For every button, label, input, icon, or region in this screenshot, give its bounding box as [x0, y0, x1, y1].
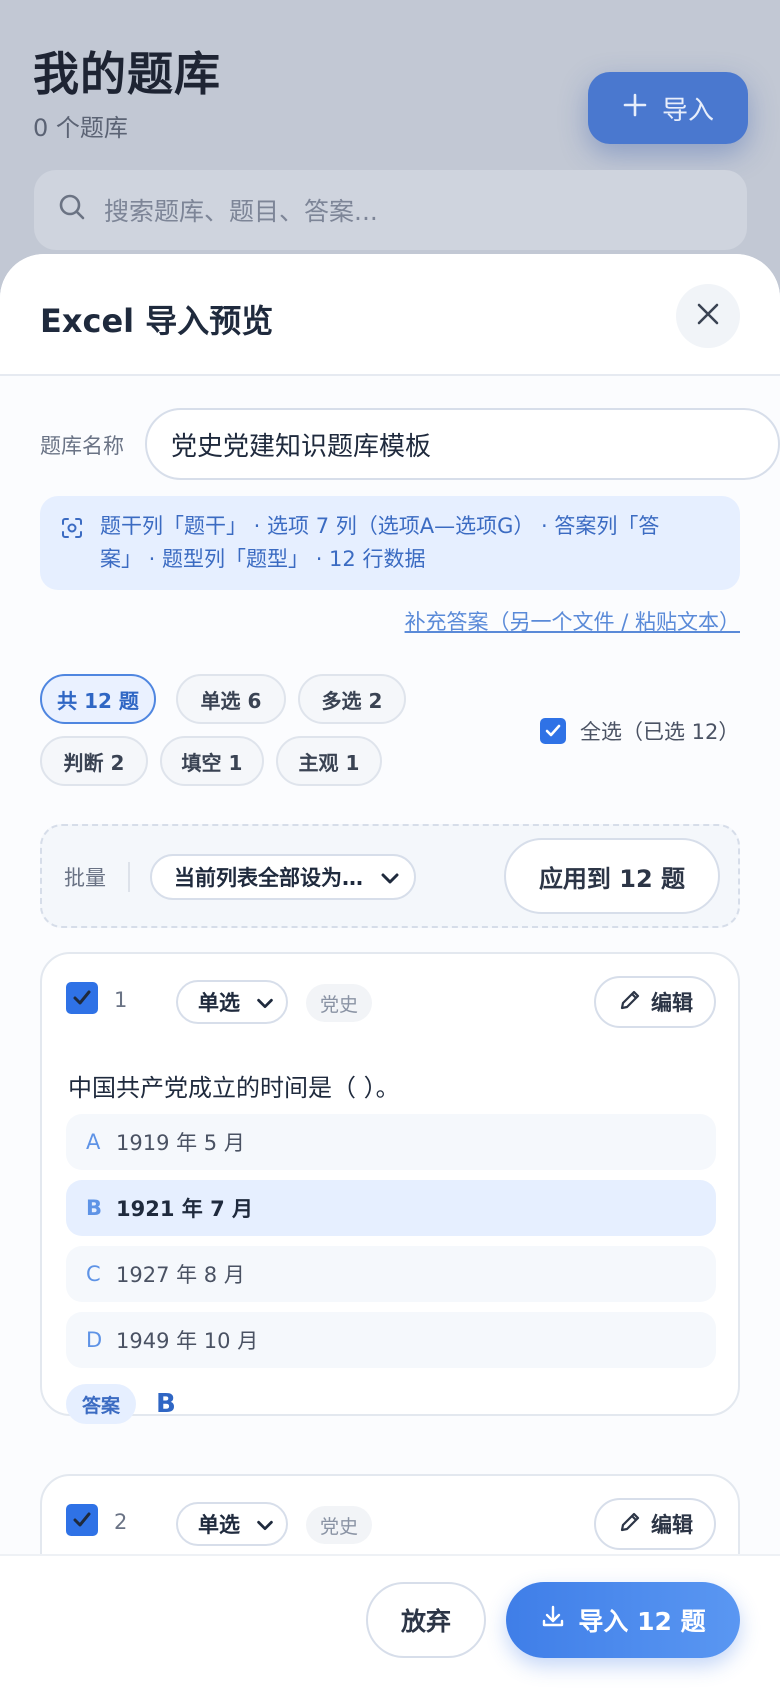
page-title: 我的题库	[33, 47, 221, 101]
supplement-answer-link[interactable]: 补充答案（另一个文件 / 粘贴文本）	[405, 606, 740, 636]
option-letter: C	[86, 1262, 101, 1286]
close-icon	[695, 301, 721, 331]
info-line-1: 题干列「题干」 · 选项 7 列（选项A—选项G） · 答案列「答	[100, 514, 660, 538]
pencil-icon	[617, 1509, 643, 1540]
close-button[interactable]	[676, 284, 740, 348]
chip-total[interactable]: 共 12 题	[40, 674, 156, 724]
edit-button[interactable]: 编辑	[594, 976, 716, 1028]
divider	[128, 862, 130, 892]
column-mapping-info: 题干列「题干」 · 选项 7 列（选项A—选项G） · 答案列「答 案」 · 题…	[40, 496, 740, 590]
download-icon	[540, 1604, 566, 1636]
bank-count: 0 个题库	[33, 114, 128, 142]
category-tag: 党史	[306, 984, 373, 1022]
sheet-header: Excel 导入预览	[0, 254, 780, 376]
chevron-down-icon	[254, 1514, 276, 1541]
sheet-title: Excel 导入预览	[40, 302, 274, 340]
bank-name-row: 题库名称 党史党建知识题库模板	[40, 408, 780, 480]
option-letter: A	[86, 1130, 101, 1154]
batch-panel: 批量 当前列表全部设为… 应用到 12 题	[40, 824, 740, 928]
search-bar[interactable]: 搜索题库、题目、答案...	[34, 170, 747, 250]
batch-apply-button[interactable]: 应用到 12 题	[504, 838, 720, 914]
question-stem: 中国共产党成立的时间是（ ）。	[68, 1074, 400, 1102]
search-placeholder: 搜索题库、题目、答案...	[104, 197, 378, 226]
edit-button[interactable]: 编辑	[594, 1498, 716, 1550]
question-number: 2	[114, 1510, 128, 1534]
option-text: 1927 年 8 月	[116, 1263, 245, 1287]
question-type-value: 单选	[198, 991, 240, 1015]
question-number: 1	[114, 988, 128, 1012]
question-type-value: 单选	[198, 1513, 240, 1537]
chip-single[interactable]: 单选 6	[176, 674, 286, 724]
scan-icon	[60, 516, 84, 550]
chip-subjective[interactable]: 主观 1	[276, 736, 382, 786]
select-all-label: 全选（已选 12）	[580, 720, 740, 744]
pencil-icon	[617, 987, 643, 1018]
question-checkbox[interactable]	[66, 1504, 98, 1536]
chip-judge[interactable]: 判断 2	[40, 736, 148, 786]
bank-name-input[interactable]: 党史党建知识题库模板	[145, 408, 780, 480]
option-item: D 1949 年 10 月	[66, 1312, 716, 1368]
answer-tag: 答案	[66, 1384, 137, 1424]
option-item-correct: B 1921 年 7 月	[66, 1180, 716, 1236]
chip-fill[interactable]: 填空 1	[160, 736, 264, 786]
option-letter: D	[86, 1328, 103, 1352]
question-type-select[interactable]: 单选	[176, 980, 288, 1024]
option-text: 1949 年 10 月	[116, 1329, 259, 1353]
option-letter: B	[86, 1196, 103, 1220]
chevron-down-icon	[378, 866, 402, 895]
question-card: 1 单选 党史 编辑 中国共产党成立的时间是（ ）。 A 1919 年 5 月 …	[40, 952, 740, 1424]
footer-actions: 放弃 导入 12 题	[0, 1554, 780, 1688]
chevron-down-icon	[254, 992, 276, 1019]
edit-label: 编辑	[651, 1513, 693, 1537]
info-line-2: 案」 · 题型列「题型」 · 12 行数据	[100, 547, 426, 571]
category-tag: 党史	[306, 1506, 373, 1544]
option-text: 1921 年 7 月	[116, 1197, 253, 1221]
plus-icon	[622, 92, 648, 125]
question-type-select[interactable]: 单选	[176, 1502, 288, 1546]
answer-value: B	[156, 1389, 176, 1419]
batch-type-select[interactable]: 当前列表全部设为…	[150, 854, 416, 900]
select-all-toggle[interactable]: 全选（已选 12）	[540, 716, 739, 746]
option-item: C 1927 年 8 月	[66, 1246, 716, 1302]
option-item: A 1919 年 5 月	[66, 1114, 716, 1170]
question-checkbox[interactable]	[66, 982, 98, 1014]
discard-button[interactable]: 放弃	[366, 1582, 486, 1658]
answer-row: 答案 B	[66, 1384, 176, 1424]
import-button[interactable]: 导入	[588, 72, 748, 144]
search-icon	[58, 193, 86, 227]
import-button-label: 导入	[661, 95, 714, 126]
option-text: 1919 年 5 月	[116, 1131, 245, 1155]
batch-label: 批量	[64, 866, 106, 890]
import-preview-sheet: Excel 导入预览 题库名称 党史党建知识题库模板 题干列「题干」 · 选项 …	[0, 254, 780, 1688]
select-all-checkbox[interactable]	[540, 718, 566, 744]
chip-multi[interactable]: 多选 2	[298, 674, 406, 724]
confirm-import-label: 导入 12 题	[578, 1607, 706, 1636]
edit-label: 编辑	[651, 991, 693, 1015]
bank-name-label: 题库名称	[40, 434, 124, 458]
confirm-import-button[interactable]: 导入 12 题	[506, 1582, 740, 1658]
batch-select-value: 当前列表全部设为…	[174, 866, 363, 890]
